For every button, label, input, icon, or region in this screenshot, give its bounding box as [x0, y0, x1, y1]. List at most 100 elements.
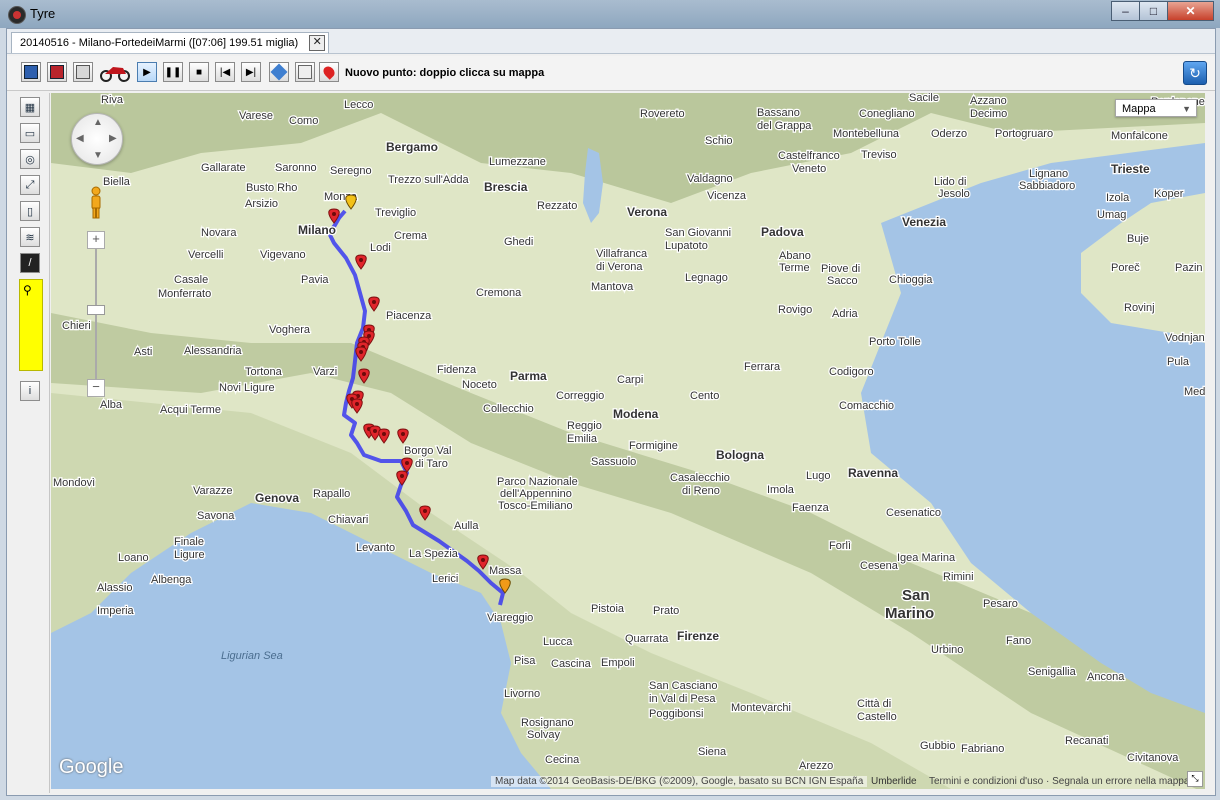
map-label: Verona [627, 205, 667, 219]
pan-up-icon[interactable]: ▲ [93, 117, 103, 128]
map-label: Decimo [970, 108, 1007, 120]
zoom-out-button[interactable]: − [87, 379, 105, 397]
map-label: Alessandria [184, 345, 242, 357]
map-label: Urbino [931, 644, 963, 656]
map-label: Lido di [934, 176, 966, 188]
map-label: Parma [510, 369, 547, 383]
pan-down-icon[interactable]: ▼ [93, 150, 103, 161]
map-label: Bergamo [386, 140, 438, 154]
map-label: Cesena [860, 560, 899, 572]
map-label: Alassio [97, 582, 132, 594]
layers-icon[interactable] [269, 62, 289, 82]
map-label: San [902, 587, 930, 604]
map-label: Vicenza [707, 190, 747, 202]
map-type-select[interactable]: Mappa ▼ [1115, 99, 1197, 117]
map-label: Pavia [301, 274, 329, 286]
map-attribution: Map data ©2014 GeoBasis-DE/BKG (©2009), … [491, 776, 868, 787]
map-label: Treviglio [375, 207, 416, 219]
device-icon[interactable]: ▯ [20, 201, 40, 221]
map-label: Rezzato [537, 200, 577, 212]
minimize-button[interactable]: – [1111, 1, 1140, 21]
map-label: Trezzo sull'Adda [388, 174, 469, 186]
map-icon[interactable]: ▦ [20, 97, 40, 117]
road-icon[interactable]: / [20, 253, 40, 273]
map-label: Faenza [792, 502, 830, 514]
map-label: Lugo [806, 470, 830, 482]
play-icon[interactable]: ▶ [137, 62, 157, 82]
map-label: Novi Ligure [219, 382, 275, 394]
map-label: Recanati [1065, 735, 1108, 747]
list-red-icon[interactable] [47, 62, 67, 82]
map-label: Quarrata [625, 633, 669, 645]
map-label: Empoli [601, 657, 635, 669]
map-label: Vodnjan [1165, 332, 1205, 344]
motorbike-icon[interactable] [99, 62, 131, 82]
map-label: San Casciano [649, 680, 718, 692]
rss-icon[interactable]: ≋ [20, 227, 40, 247]
search-icon[interactable]: ⚲ [23, 283, 32, 297]
map-label: Civitanova [1127, 752, 1179, 764]
pegman-icon[interactable] [88, 186, 104, 220]
map-label: Gubbio [920, 740, 955, 752]
google-logo: Google [59, 756, 124, 778]
pan-left-icon[interactable]: ◀ [76, 133, 84, 144]
pan-control[interactable]: ▲ ▼ ◀ ▶ [71, 113, 123, 165]
map-label: Koper [1154, 188, 1184, 200]
map-label: Sacile [909, 93, 939, 104]
terms-link[interactable]: Termini e condizioni d'uso · Segnala un … [929, 776, 1189, 787]
map-label: Saronno [275, 162, 317, 174]
status-text: Nuovo punto: doppio clicca su mappa [345, 67, 545, 79]
close-button[interactable]: ✕ [1167, 1, 1214, 21]
tab-close-button[interactable]: ✕ [309, 35, 326, 51]
map-label: Codigoro [829, 366, 874, 378]
skip-start-icon[interactable]: |◀ [215, 62, 235, 82]
map-label: Vigevano [260, 249, 306, 261]
map-label: Ligure [174, 549, 205, 561]
map-label: Lupatoto [665, 240, 708, 252]
map-label: Sabbiadoro [1019, 180, 1075, 192]
stop-icon[interactable]: ■ [189, 62, 209, 82]
map-label: Novara [201, 227, 237, 239]
skip-end-icon[interactable]: ▶| [241, 62, 261, 82]
calculator-grey-icon[interactable] [73, 62, 93, 82]
zoom-slider-thumb[interactable] [87, 305, 105, 315]
expand-icon[interactable]: ⤢ [20, 175, 40, 195]
map-label: di Verona [596, 261, 643, 273]
monitor-icon[interactable]: ▭ [20, 123, 40, 143]
report-error-link[interactable]: Segnala un errore nella mappa [1052, 776, 1189, 787]
map-label: Rovigo [778, 304, 812, 316]
map-label: Villafranca [596, 248, 648, 260]
map-label: Cremona [476, 287, 522, 299]
maximize-button[interactable]: □ [1139, 1, 1168, 21]
map-label: Voghera [269, 324, 311, 336]
pan-right-icon[interactable]: ▶ [109, 133, 117, 144]
calculator-icon[interactable] [21, 62, 41, 82]
map-label: Prato [653, 605, 679, 617]
search-panel[interactable]: ⚲ [19, 279, 43, 371]
print-icon[interactable] [295, 62, 315, 82]
window-controls: – □ ✕ [1111, 1, 1214, 21]
map-canvas[interactable]: Lecco Bergamo Varese Como Gallarate Saronno Se… [51, 93, 1205, 789]
zoom-in-button[interactable]: + [87, 231, 105, 249]
map-label: Lecco [344, 99, 373, 111]
map-label: Castelfranco [778, 150, 840, 162]
info-icon[interactable]: i [20, 381, 40, 401]
map-label: Marino [885, 605, 934, 622]
map-view[interactable]: Lecco Bergamo Varese Como Gallarate Saronno Se… [51, 93, 1205, 789]
map-label: Collecchio [483, 403, 534, 415]
map-label: Legnago [685, 272, 728, 284]
add-marker-icon[interactable] [319, 62, 339, 82]
map-label: Mantova [591, 281, 634, 293]
map-label: Solvay [527, 729, 561, 741]
refresh-icon[interactable]: ↻ [1183, 61, 1207, 85]
tab-route[interactable]: 20140516 - Milano-FortedeiMarmi ([07:06]… [11, 32, 330, 53]
map-label: in Val di Pesa [649, 693, 716, 705]
target-icon[interactable]: ◎ [20, 149, 40, 169]
map-label: Rapallo [313, 488, 350, 500]
resize-icon[interactable]: ⤡ [1187, 771, 1203, 787]
map-label: Pula [1167, 356, 1190, 368]
pause-icon[interactable]: ❚❚ [163, 62, 183, 82]
map-label: Monferrato [158, 288, 211, 300]
app-icon [8, 6, 26, 24]
map-label: Varese [239, 110, 273, 122]
